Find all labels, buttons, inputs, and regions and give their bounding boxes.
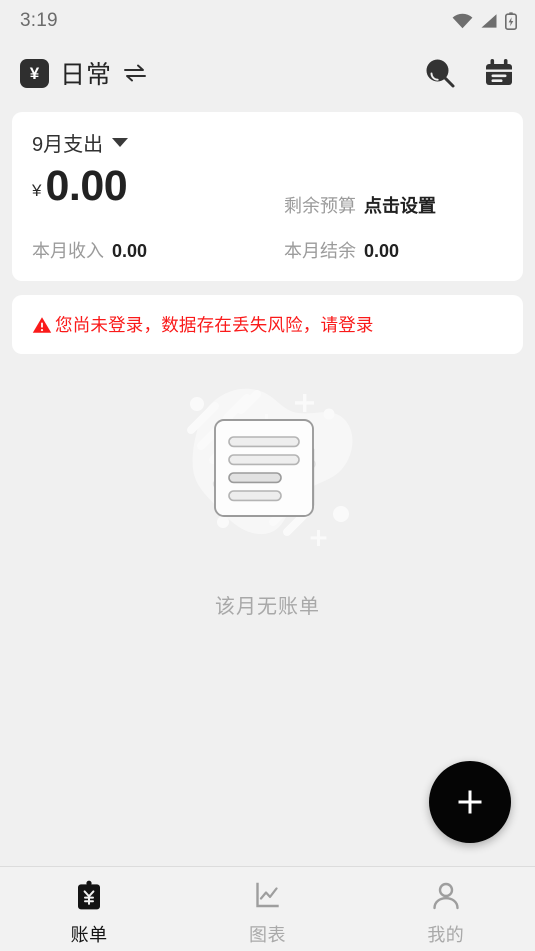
line-chart-icon	[256, 882, 280, 908]
logo-yen-symbol: ¥	[29, 63, 40, 83]
status-time: 3:19	[20, 10, 58, 31]
remaining-budget[interactable]: 剩余预算 点击设置	[284, 192, 503, 218]
status-icon-group	[452, 12, 517, 30]
add-record-button[interactable]	[429, 761, 511, 843]
monthly-income-label: 本月收入	[32, 241, 104, 261]
summary-card: 9月支出 ¥ 0.00 剩余预算 点击设置 本月收入 0.00 本月结余 0.0…	[12, 112, 523, 281]
month-selector-label: 9月支出	[32, 134, 104, 156]
bill-clipboard-icon	[78, 880, 101, 910]
app-header: ¥ 日常	[0, 42, 535, 104]
login-warning-text: 您尚未登录，数据存在丢失风险，请登录	[55, 315, 374, 335]
search-icon[interactable]	[423, 56, 457, 90]
empty-document-icon	[186, 388, 352, 546]
monthly-balance: 本月结余 0.00	[284, 237, 399, 263]
empty-state-text: 该月无账单	[215, 596, 320, 618]
calendar-note-icon[interactable]	[483, 57, 515, 89]
battery-charging-icon	[505, 12, 517, 30]
nav-item-charts[interactable]: 图表	[178, 880, 356, 947]
chevron-down-icon	[112, 138, 129, 147]
monthly-stats: 本月收入 0.00 本月结余 0.00	[32, 237, 503, 263]
person-icon	[433, 882, 459, 910]
cellular-signal-icon	[481, 14, 497, 28]
expense-amount-value: 0.00	[45, 162, 128, 210]
nav-label-bills: 账单	[70, 925, 108, 945]
remaining-budget-label: 剩余预算	[284, 196, 356, 216]
app-header-left: ¥ 日常	[20, 55, 147, 91]
bottom-navigation: 账单 图表 我的	[0, 866, 535, 951]
status-bar: 3:19	[0, 0, 535, 42]
yen-book-icon: ¥	[20, 58, 49, 88]
monthly-balance-value: 0.00	[364, 241, 400, 261]
app-header-actions	[423, 56, 515, 90]
main-content: 9月支出 ¥ 0.00 剩余预算 点击设置 本月收入 0.00 本月结余 0.0…	[0, 104, 535, 866]
wifi-icon	[452, 13, 473, 29]
remaining-budget-value: 点击设置	[364, 196, 436, 216]
monthly-income: 本月收入 0.00	[32, 237, 284, 263]
empty-state: 该月无账单	[0, 372, 535, 619]
nav-item-bills[interactable]: 账单	[0, 880, 178, 947]
nav-label-charts: 图表	[248, 925, 286, 945]
plus-icon	[458, 790, 482, 814]
warning-triangle-icon	[32, 316, 52, 334]
login-warning-banner[interactable]: 您尚未登录，数据存在丢失风险，请登录	[12, 295, 523, 354]
month-selector[interactable]: 9月支出	[32, 128, 503, 157]
page-title: 日常	[60, 61, 113, 89]
currency-symbol: ¥	[32, 181, 42, 200]
nav-item-profile[interactable]: 我的	[357, 880, 535, 947]
swap-arrows-icon[interactable]	[123, 64, 147, 82]
nav-label-profile: 我的	[427, 925, 465, 945]
monthly-balance-label: 本月结余	[284, 241, 356, 261]
monthly-income-value: 0.00	[112, 241, 148, 261]
app-root: 3:19 ¥ 日常 9月支出 ¥ 0.00 剩余预算 点击设置 本月收入 0.0…	[0, 0, 535, 951]
